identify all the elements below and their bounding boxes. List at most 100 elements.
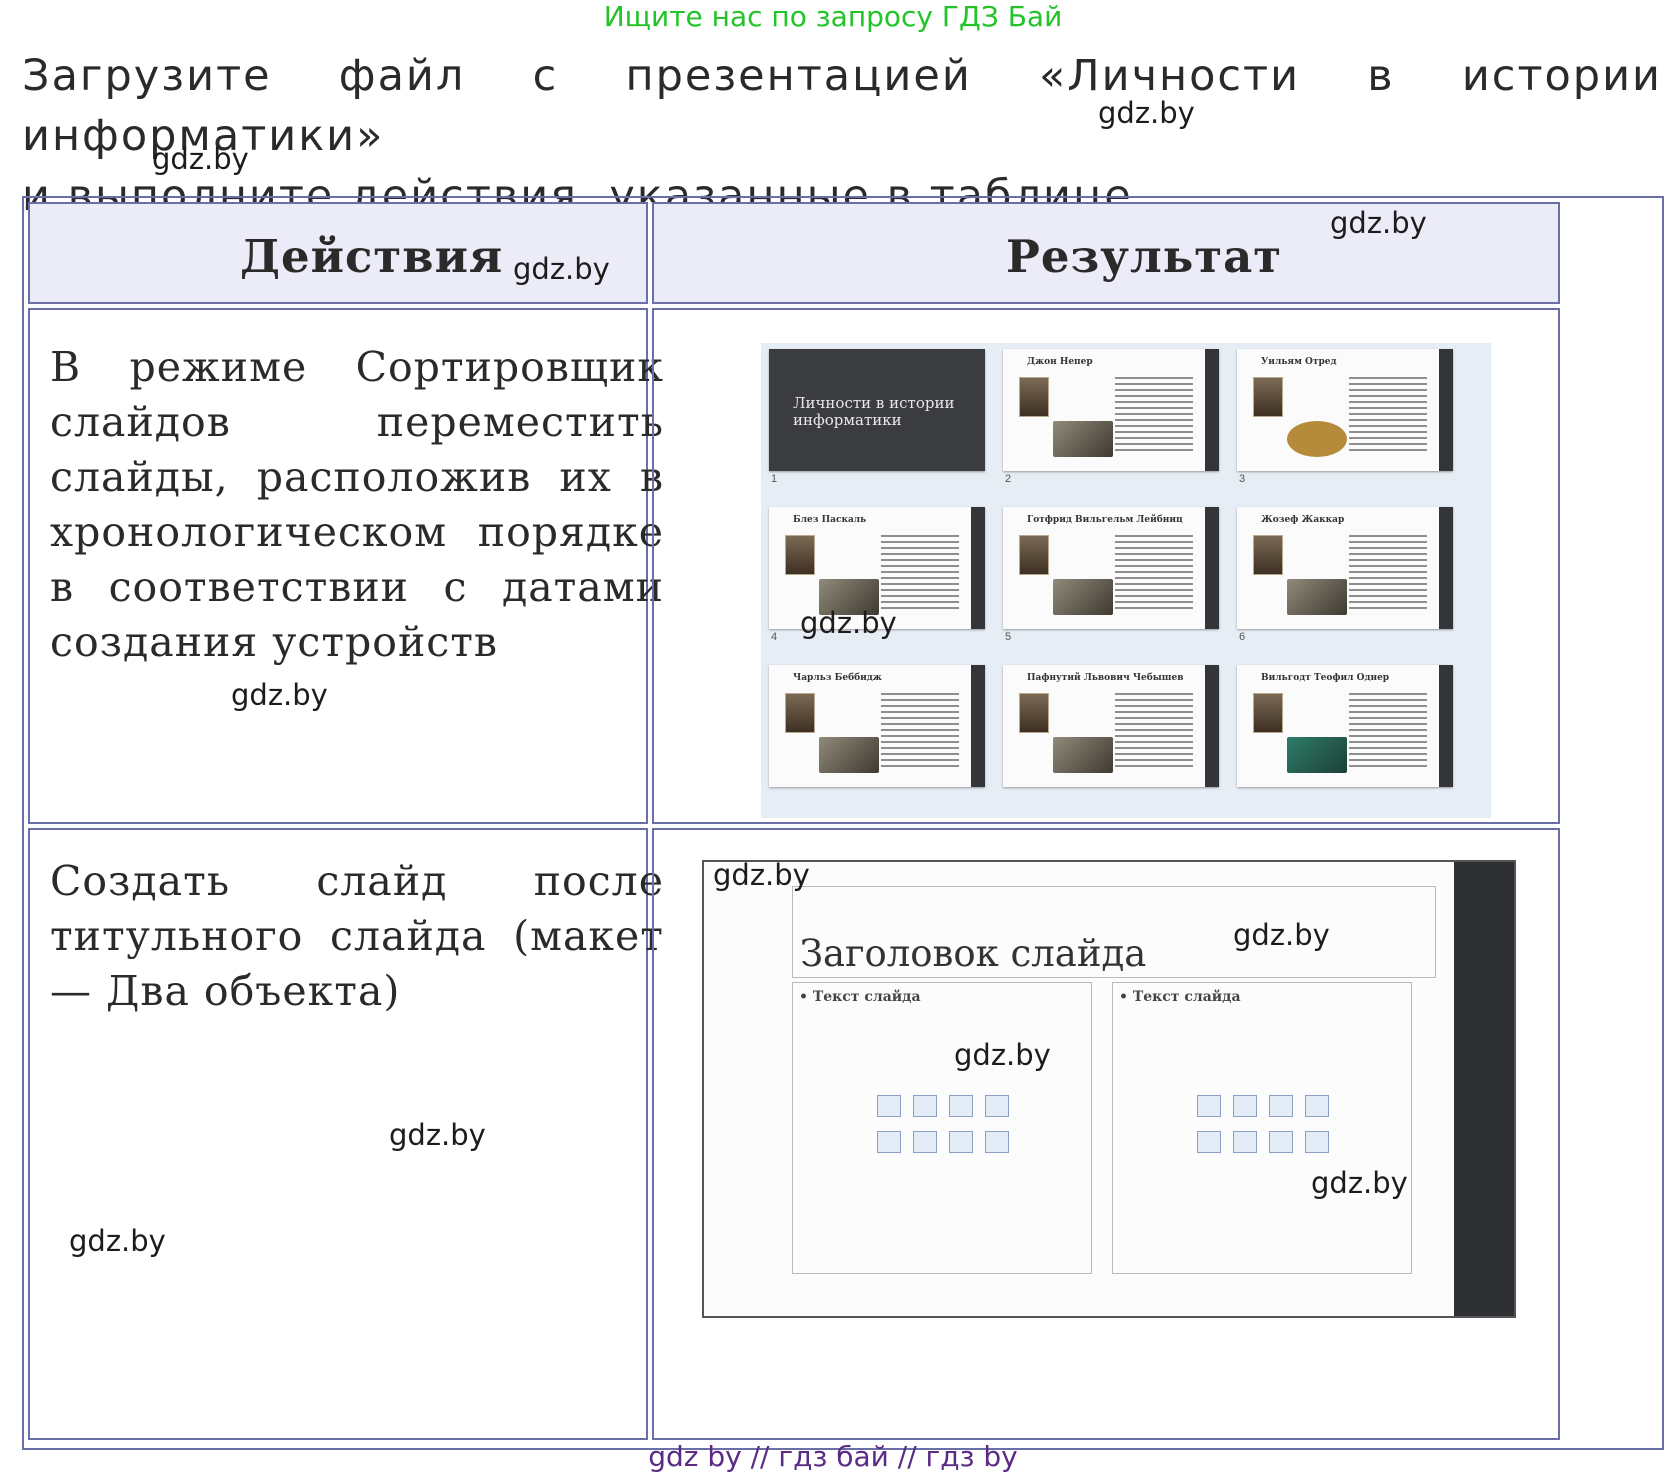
slide-number: 4 (771, 631, 778, 643)
row1-action-cell: В режиме Сортировщик слайдов переместить… (28, 308, 663, 824)
slide-thumb-1[interactable]: Личности в истории информатики (769, 349, 985, 471)
smartart-icon[interactable] (1269, 1095, 1293, 1117)
watermark: gdz.by (1233, 918, 1330, 952)
slide-body-text (1115, 693, 1193, 771)
watermark: gdz.by (800, 606, 897, 640)
slide-accent-bar (1439, 507, 1453, 629)
bottom-banner: gdz by // гдз бай // гдз by (648, 1440, 1018, 1473)
row1-result-cell: Личности в истории информатики 1 Джон Не… (652, 308, 1560, 824)
slide-body-text (1349, 377, 1427, 455)
slide-accent-bar (971, 665, 985, 787)
slide-title: Джон Непер (1027, 357, 1093, 367)
row2-action-text: Создать слайд после титульного слайда (м… (50, 857, 664, 1015)
picture-icon[interactable] (1197, 1095, 1221, 1117)
watermark: gdz.by (152, 142, 249, 176)
right-bullet-text: • Текст слайда (1119, 989, 1241, 1005)
portrait-image (1253, 693, 1283, 733)
device-image (1053, 421, 1113, 457)
3d-model-icon[interactable] (877, 1131, 901, 1153)
portrait-image (1019, 377, 1049, 417)
slide-title: Вильгодт Теофил Однер (1261, 673, 1390, 683)
video-icon[interactable] (1305, 1095, 1329, 1117)
watermark: gdz.by (513, 252, 610, 286)
watermark: gdz.by (1311, 1166, 1408, 1200)
slide-number: 2 (1005, 473, 1012, 485)
left-content-placeholder[interactable]: • Текст слайда (792, 982, 1092, 1274)
task-table: Действия Результат В режиме Сортировщик … (22, 196, 1664, 1450)
watermark: gdz.by (69, 1224, 166, 1258)
slide-accent-bar (1439, 349, 1453, 471)
top-banner: Ищите нас по запросу ГДЗ Бай (603, 0, 1063, 33)
slide-accent-bar (1205, 507, 1219, 629)
device-image (819, 737, 879, 773)
slide-title: Блез Паскаль (793, 515, 867, 525)
device-image (1287, 579, 1347, 615)
slide-number: 5 (1005, 631, 1012, 643)
slide-body-text (1115, 377, 1193, 455)
intro-line-1: Загрузите файл с презентацией «Личности … (22, 51, 1662, 161)
portrait-image (785, 535, 815, 575)
row2-action-cell: Создать слайд после титульного слайда (м… (28, 828, 663, 1440)
picture-icon[interactable] (877, 1095, 901, 1117)
chart-icon[interactable] (1305, 1131, 1329, 1153)
chart-icon[interactable] (985, 1131, 1009, 1153)
portrait-image (1253, 377, 1283, 417)
row1-action-text: В режиме Сортировщик слайдов переместить… (50, 343, 664, 666)
device-image (1053, 579, 1113, 615)
slide-title: Уильям Отред (1261, 357, 1337, 367)
slide-accent-bar (971, 507, 985, 629)
insert-content-icons (1197, 1095, 1337, 1153)
slide-body-text (1349, 693, 1427, 771)
watermark: gdz.by (954, 1038, 1051, 1072)
two-content-slide[interactable]: Заголовок слайда • Текст слайда • Текст … (702, 860, 1516, 1318)
slide-thumb-8[interactable]: Пафнутий Львович Чебышев (1003, 665, 1219, 787)
video-icon[interactable] (985, 1095, 1009, 1117)
header-result: Результат (1006, 230, 1283, 283)
table-icon[interactable] (949, 1131, 973, 1153)
watermark: gdz.by (713, 858, 810, 892)
slide-thumb-3[interactable]: Уильям Отред (1237, 349, 1453, 471)
3d-model-icon[interactable] (1197, 1131, 1221, 1153)
shape-icon[interactable] (1233, 1131, 1257, 1153)
header-actions: Действия (240, 230, 504, 283)
slide-body-text (881, 535, 959, 613)
portrait-image (1019, 693, 1049, 733)
watermark: gdz.by (389, 1118, 486, 1152)
smartart-icon[interactable] (949, 1095, 973, 1117)
slide-accent-bar (1454, 862, 1514, 1316)
watermark: gdz.by (1098, 96, 1195, 130)
right-content-placeholder[interactable]: • Текст слайда (1112, 982, 1412, 1274)
slide-number: 3 (1239, 473, 1246, 485)
slide-thumb-9[interactable]: Вильгодт Теофил Однер (1237, 665, 1453, 787)
slide-thumb-6[interactable]: Жозеф Жаккар (1237, 507, 1453, 629)
slide-thumb-5[interactable]: Готфрид Вильгельм Лейбниц (1003, 507, 1219, 629)
slide-title-text: Заголовок слайда (800, 932, 1147, 975)
title-slide-text: Личности в истории информатики (793, 394, 955, 429)
left-bullet-text: • Текст слайда (799, 989, 921, 1005)
insert-content-icons (877, 1095, 1017, 1153)
slide-body-text (881, 693, 959, 771)
slide-title: Пафнутий Львович Чебышев (1027, 673, 1184, 683)
watermark: gdz.by (231, 678, 328, 712)
shape-icon[interactable] (913, 1131, 937, 1153)
slide-sorter-view: Личности в истории информатики 1 Джон Не… (761, 343, 1491, 818)
slide-body-text (1349, 535, 1427, 613)
slide-body-text (1115, 535, 1193, 613)
row2-result-cell: Заголовок слайда • Текст слайда • Текст … (652, 828, 1560, 1440)
slide-number: 6 (1239, 631, 1246, 643)
slide-number: 1 (771, 473, 778, 485)
portrait-image (1253, 535, 1283, 575)
portrait-image (1019, 535, 1049, 575)
online-picture-icon[interactable] (1233, 1095, 1257, 1117)
slide-thumb-2[interactable]: Джон Непер (1003, 349, 1219, 471)
slide-title: Чарльз Беббидж (793, 673, 882, 683)
slide-accent-bar (1205, 349, 1219, 471)
device-image (1287, 737, 1347, 773)
watermark: gdz.by (1330, 206, 1427, 240)
device-image (1053, 737, 1113, 773)
slide-accent-bar (1439, 665, 1453, 787)
slide-title: Жозеф Жаккар (1261, 515, 1345, 525)
online-picture-icon[interactable] (913, 1095, 937, 1117)
table-icon[interactable] (1269, 1131, 1293, 1153)
slide-thumb-7[interactable]: Чарльз Беббидж (769, 665, 985, 787)
